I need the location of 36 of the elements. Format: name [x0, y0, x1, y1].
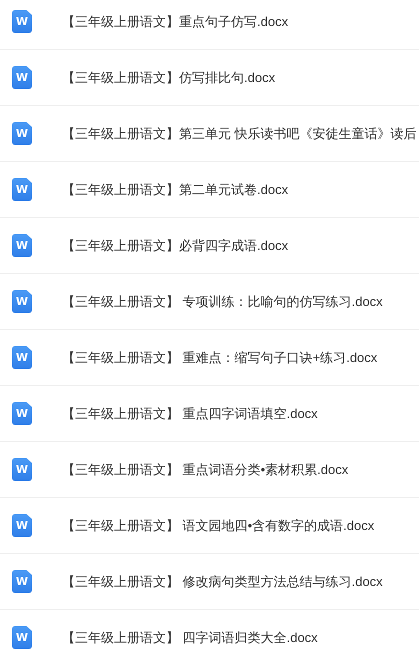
file-row[interactable]: W 【三年级上册语文】 四字词语归类大全.docx	[0, 610, 419, 663]
file-row[interactable]: W 【三年级上册语文】 重点四字词语填空.docx	[0, 386, 419, 442]
file-row[interactable]: W 【三年级上册语文】第二单元试卷.docx	[0, 162, 419, 218]
word-document-icon: W	[12, 626, 32, 649]
file-row[interactable]: W 【三年级上册语文】 重点词语分类•素材积累.docx	[0, 442, 419, 498]
file-name: 【三年级上册语文】仿写排比句.docx	[62, 68, 276, 86]
word-document-icon: W	[12, 122, 32, 145]
file-name: 【三年级上册语文】重点句子仿写.docx	[62, 12, 288, 30]
file-name: 【三年级上册语文】 重点词语分类•素材积累.docx	[62, 460, 348, 478]
file-row[interactable]: W 【三年级上册语文】 语文园地四•含有数字的成语.docx	[0, 498, 419, 554]
word-document-icon: W	[12, 458, 32, 481]
word-document-icon: W	[12, 402, 32, 425]
word-document-icon: W	[12, 570, 32, 593]
word-document-icon: W	[12, 234, 32, 257]
word-document-icon: W	[12, 290, 32, 313]
file-row[interactable]: W 【三年级上册语文】重点句子仿写.docx	[0, 0, 419, 50]
file-name: 【三年级上册语文】 四字词语归类大全.docx	[62, 628, 318, 646]
word-document-icon: W	[12, 10, 32, 33]
file-name: 【三年级上册语文】第二单元试卷.docx	[62, 180, 288, 198]
file-name: 【三年级上册语文】必背四字成语.docx	[62, 236, 288, 254]
file-row[interactable]: W 【三年级上册语文】 重难点：缩写句子口诀+练习.docx	[0, 330, 419, 386]
file-row[interactable]: W 【三年级上册语文】第三单元 快乐读书吧《安徒生童话》读后	[0, 106, 419, 162]
file-name: 【三年级上册语文】 专项训练：比喻句的仿写练习.docx	[62, 292, 383, 310]
file-row[interactable]: W 【三年级上册语文】必背四字成语.docx	[0, 218, 419, 274]
file-row[interactable]: W 【三年级上册语文】 修改病句类型方法总结与练习.docx	[0, 554, 419, 610]
file-name: 【三年级上册语文】第三单元 快乐读书吧《安徒生童话》读后	[62, 124, 417, 142]
file-name: 【三年级上册语文】 修改病句类型方法总结与练习.docx	[62, 572, 383, 590]
file-row[interactable]: W 【三年级上册语文】仿写排比句.docx	[0, 50, 419, 106]
file-row[interactable]: W 【三年级上册语文】 专项训练：比喻句的仿写练习.docx	[0, 274, 419, 330]
file-name: 【三年级上册语文】 重难点：缩写句子口诀+练习.docx	[62, 348, 378, 366]
word-document-icon: W	[12, 346, 32, 369]
file-name: 【三年级上册语文】 重点四字词语填空.docx	[62, 404, 318, 422]
word-document-icon: W	[12, 66, 32, 89]
word-document-icon: W	[12, 514, 32, 537]
word-document-icon: W	[12, 178, 32, 201]
file-name: 【三年级上册语文】 语文园地四•含有数字的成语.docx	[62, 516, 374, 534]
